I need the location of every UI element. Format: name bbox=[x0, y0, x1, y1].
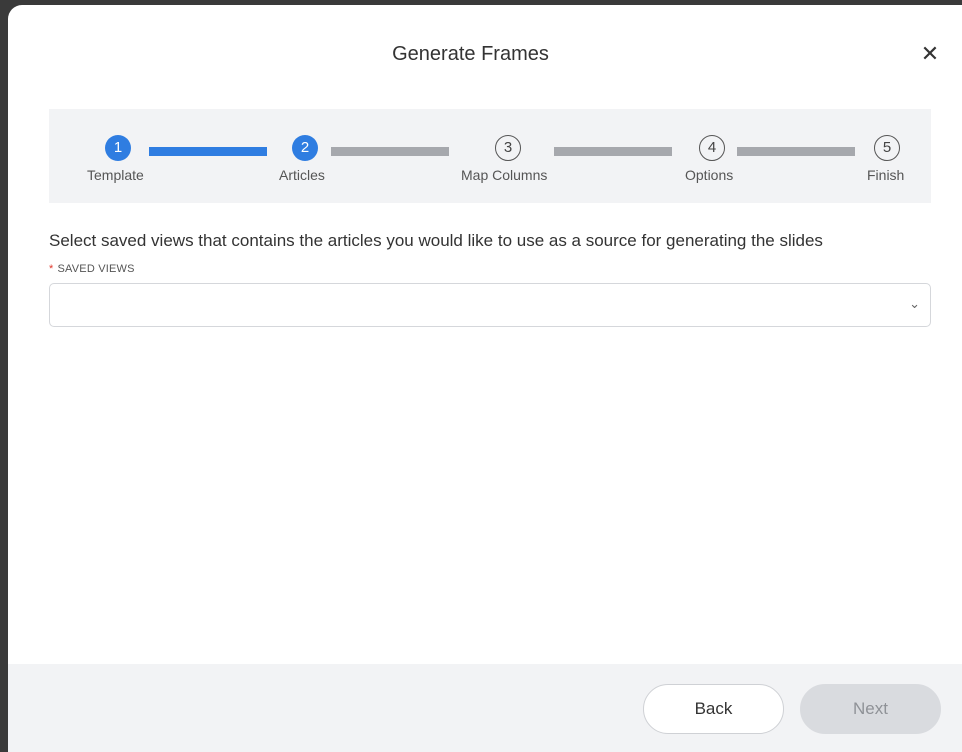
step-3-indicator: 3 bbox=[495, 135, 521, 161]
step-connector-2-3 bbox=[331, 147, 449, 156]
step-1-label: Template bbox=[87, 167, 144, 183]
saved-views-label: * SAVED VIEWS bbox=[49, 263, 135, 275]
step-connector-4-5 bbox=[737, 147, 855, 156]
generate-frames-dialog: Generate Frames ✕ 1 2 3 4 5 Template Art… bbox=[8, 5, 962, 752]
close-icon[interactable]: ✕ bbox=[915, 39, 945, 69]
step-5-indicator: 5 bbox=[874, 135, 900, 161]
step-5-label: Finish bbox=[867, 167, 905, 183]
step-4-indicator: 4 bbox=[699, 135, 725, 161]
wizard-stepper: 1 2 3 4 5 Template Articles Map Columns … bbox=[49, 109, 931, 203]
step-2-label: Articles bbox=[279, 167, 325, 183]
step-2-indicator[interactable]: 2 bbox=[292, 135, 318, 161]
next-button[interactable]: Next bbox=[800, 684, 941, 734]
step-4-label: Options bbox=[685, 167, 734, 183]
saved-views-select[interactable]: ⌄ bbox=[49, 283, 931, 327]
step-3-label: Map Columns bbox=[461, 167, 548, 183]
dialog-footer: Back Next bbox=[8, 664, 962, 752]
step-1-indicator[interactable]: 1 bbox=[105, 135, 131, 161]
step-connector-3-4 bbox=[554, 147, 672, 156]
step-connector-1-2 bbox=[149, 147, 267, 156]
back-button[interactable]: Back bbox=[643, 684, 784, 734]
chevron-down-icon: ⌄ bbox=[909, 296, 920, 311]
saved-views-label-text: SAVED VIEWS bbox=[57, 263, 135, 275]
dialog-title: Generate Frames bbox=[392, 43, 549, 65]
instruction-text: Select saved views that contains the art… bbox=[49, 231, 823, 250]
required-marker: * bbox=[49, 263, 54, 275]
